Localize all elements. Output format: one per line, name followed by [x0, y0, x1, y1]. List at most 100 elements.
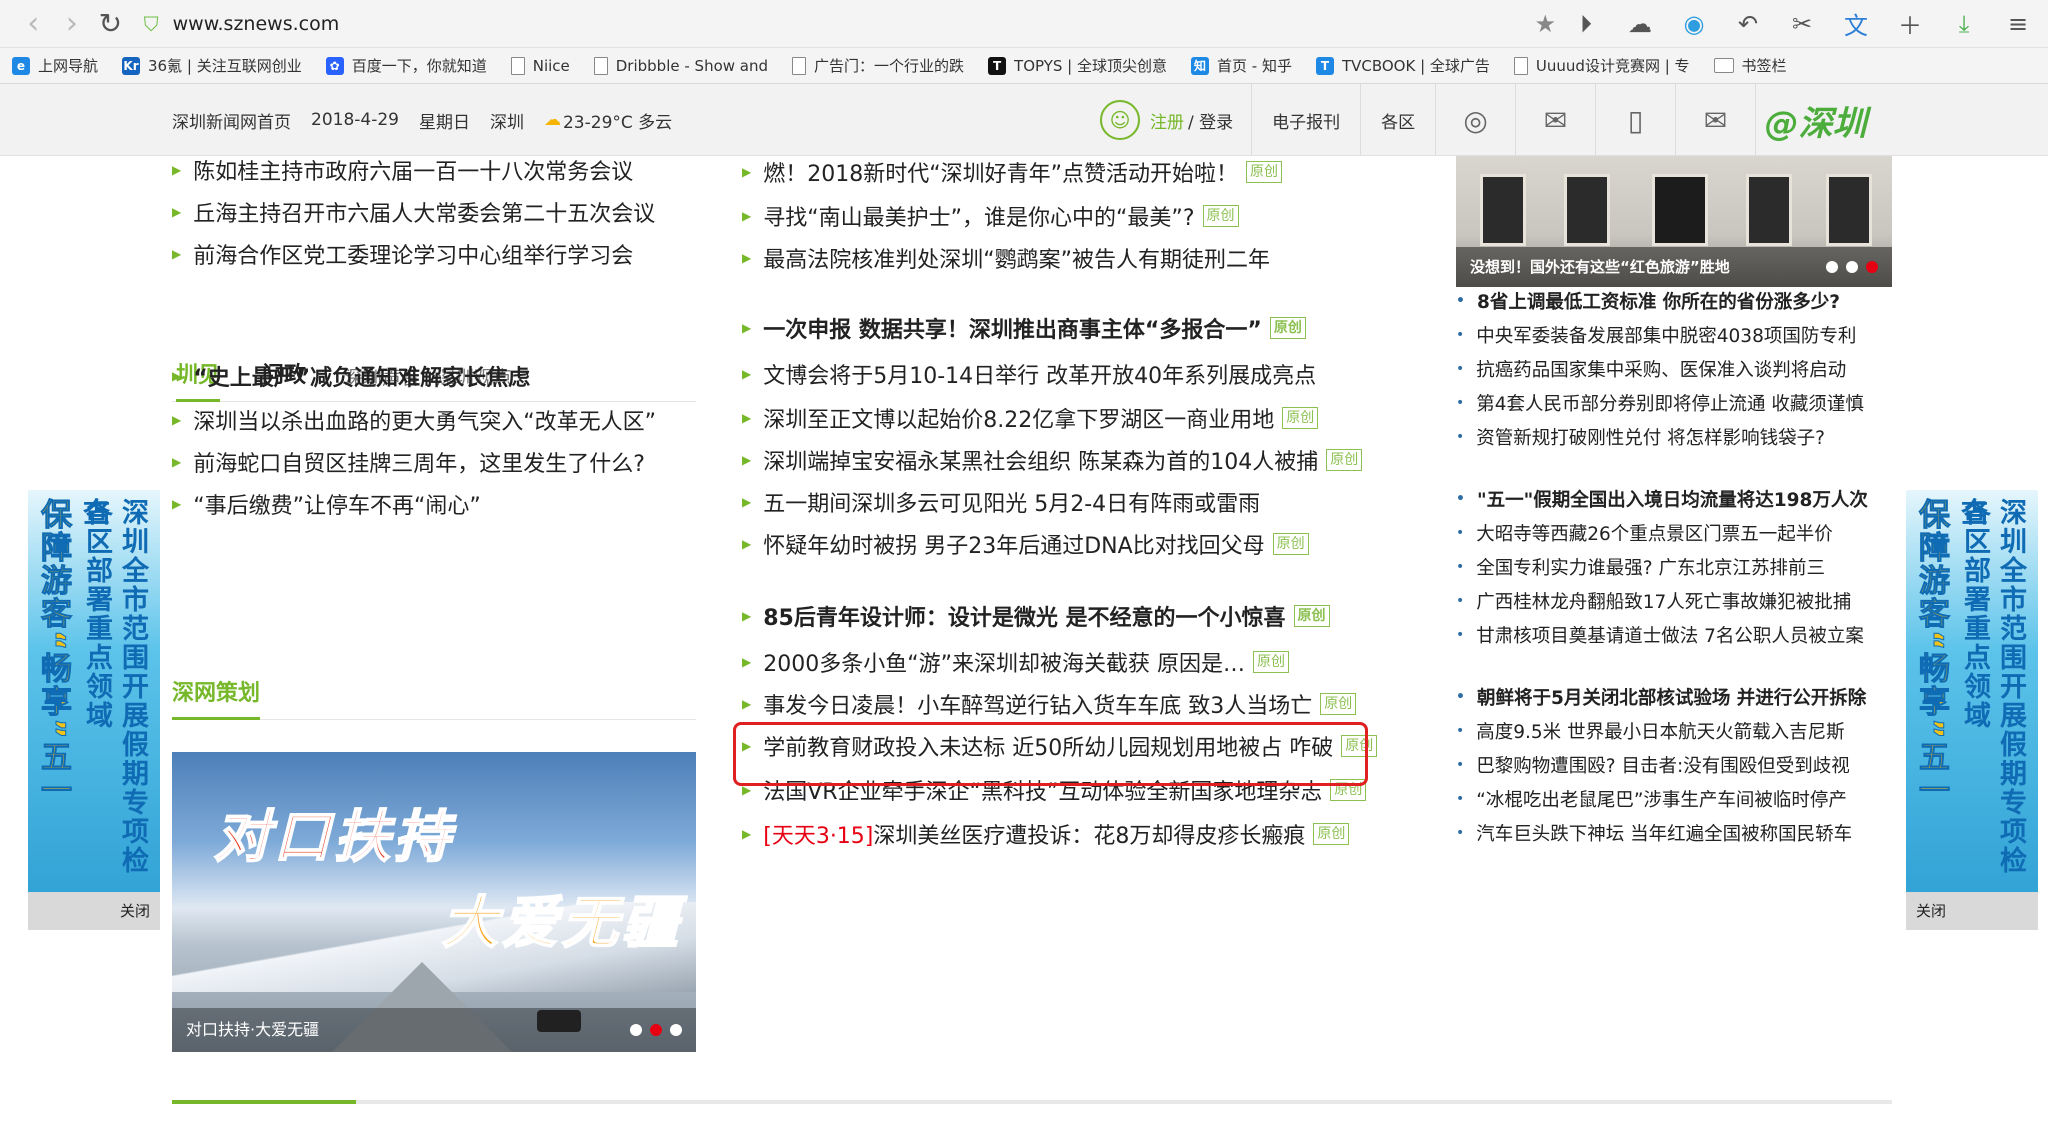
translate-icon[interactable]: 文 — [1840, 6, 1872, 41]
cloud-icon[interactable]: ☁ — [1624, 10, 1656, 38]
news-item[interactable]: ▶ 寻找“南山最美护士”，谁是你心中的“最美”? 原创 — [742, 200, 1239, 232]
news-item[interactable]: ▶ 前海合作区党工委理论学习中心组举行学习会 — [172, 238, 633, 270]
feature-image[interactable]: 对口扶持 大爱无疆 对口扶持·大爱无疆 — [172, 752, 696, 1052]
news-item[interactable]: • 第4套人民币部分券别即将停止流通 收藏须谨慎 — [1456, 390, 1864, 416]
wechat-icon[interactable]: ✉ — [1515, 84, 1595, 156]
mobile-icon[interactable]: ▯ — [1595, 84, 1675, 156]
new-tab-icon[interactable]: ＋ — [1894, 6, 1926, 41]
news-item[interactable]: • 资管新规打破刚性兑付 将怎样影响钱袋子? — [1456, 424, 1825, 450]
left-side-ad[interactable]: 深圳全市范围开展假期专项检查 各区部署重点领域 保障游客“畅享”五一 关闭 — [28, 490, 160, 930]
bookmark-item[interactable]: e 上网导航 — [12, 55, 98, 76]
news-item[interactable]: • 高度9.5米 世界最小日本航天火箭载入吉尼斯 — [1456, 718, 1845, 744]
news-item[interactable]: • 全国专利实力谁最强? 广东北京江苏排前三 — [1456, 554, 1825, 580]
side-ad-banner[interactable]: 深圳全市范围开展假期专项检查 各区部署重点领域 保障游客“畅享”五一 — [28, 490, 160, 892]
user-icon[interactable]: ☺ — [1100, 100, 1140, 140]
news-item[interactable]: • 8省上调最低工资标准 你所在的省份涨多少? — [1456, 288, 1840, 314]
carousel-dot[interactable] — [1826, 261, 1838, 273]
news-item[interactable]: • 汽车巨头跌下神坛 当年红遍全国被称国民轿车 — [1456, 820, 1852, 846]
news-title[interactable]: 怀疑年幼时被拐 男子23年后通过DNA比对找回父母 — [763, 528, 1264, 560]
news-item[interactable]: ▶ 85后青年设计师：设计是微光 是不经意的一个小惊喜 原创 — [742, 600, 1330, 632]
news-item[interactable]: ▶ 一次申报 数据共享！深圳推出商事主体“多报合一” 原创 — [742, 312, 1306, 344]
reload-icon[interactable]: ↻ — [91, 4, 130, 44]
news-item[interactable]: ▶ 五一期间深圳多云可见阳光 5月2-4日有阵雨或雷雨 — [742, 486, 1260, 518]
home-link[interactable]: 深圳新闻网首页 — [172, 108, 291, 133]
news-item[interactable]: ▶ 丘海主持召开市六届人大常委会第二十五次会议 — [172, 196, 655, 228]
news-title[interactable]: 深圳至正文博以起始价8.22亿拿下罗湖区一商业用地 — [763, 402, 1274, 434]
bookmark-label[interactable]: TOPYS | 全球顶尖创意 — [1014, 55, 1167, 76]
news-item[interactable]: ▶ 怀疑年幼时被拐 男子23年后通过DNA比对找回父母 原创 — [742, 528, 1309, 560]
news-item[interactable]: • 大昭寺等西藏26个重点景区门票五一起半价 — [1456, 520, 1833, 546]
ad-close-button[interactable]: 关闭 — [28, 892, 160, 930]
news-title[interactable]: 最高法院核准判处深圳“鹦鹉案”被告人有期徒刑二年 — [763, 242, 1270, 274]
bookmark-item[interactable]: Uuuud设计竞赛网 | 专 — [1513, 55, 1690, 76]
news-title[interactable]: "五一"假期全国出入境日均流量将达198万人次 — [1477, 486, 1868, 512]
news-title[interactable]: 85后青年设计师：设计是微光 是不经意的一个小惊喜 — [763, 600, 1285, 632]
news-title[interactable]: 燃！2018新时代“深圳好青年”点赞活动开始啦！ — [763, 156, 1238, 188]
news-title[interactable]: 文博会将于5月10-14日举行 改革开放40年系列展成亮点 — [763, 358, 1316, 390]
bookmark-label[interactable]: TVCBOOK | 全球广告 — [1342, 55, 1490, 76]
news-item[interactable]: ▶ 事发今日凌晨！小车醉驾逆行钻入货车车底 致3人当场亡 原创 — [742, 688, 1357, 720]
news-item[interactable]: ▶ 燃！2018新时代“深圳好青年”点赞活动开始啦！ 原创 — [742, 156, 1283, 188]
news-title[interactable]: 五一期间深圳多云可见阳光 5月2-4日有阵雨或雷雨 — [763, 486, 1260, 518]
carousel-dot[interactable] — [1846, 261, 1858, 273]
bookmark-label[interactable]: 百度一下，你就知道 — [352, 55, 487, 76]
bookmark-item[interactable]: 书签栏 — [1713, 55, 1787, 76]
weibo-icon[interactable]: ◎ — [1435, 84, 1515, 156]
news-item[interactable]: ▶ 最高法院核准判处深圳“鹦鹉案”被告人有期徒刑二年 — [742, 242, 1270, 274]
topic-tag[interactable]: [天天3·15] — [763, 818, 873, 850]
bookmark-label[interactable]: Niice — [533, 57, 570, 75]
news-title[interactable]: 朝鲜将于5月关闭北部核试验场 并进行公开拆除 — [1477, 684, 1866, 710]
epaper-link[interactable]: 电子报刊 — [1251, 84, 1360, 156]
news-title[interactable]: 抗癌药品国家集中采购、医保准入谈判将启动 — [1476, 356, 1846, 382]
bookmark-label[interactable]: 36氪 | 关注互联网创业 — [148, 55, 302, 76]
news-item[interactable]: ▶ 文博会将于5月10-14日举行 改革开放40年系列展成亮点 — [742, 358, 1316, 390]
news-item[interactable]: • “冰棍吃出老鼠尾巴”涉事生产车间被临时停产 — [1456, 786, 1847, 812]
news-item[interactable]: ▶ 陈如桂主持市政府六届一百一十八次常务会议 — [172, 154, 633, 186]
menu-icon[interactable]: ≡ — [2002, 10, 2034, 38]
news-title[interactable]: 巴黎购物遭围殴? 目击者:没有围殴但受到歧视 — [1476, 752, 1849, 778]
news-item[interactable]: ▶ 深圳当以杀出血路的更大勇气突入“改革无人区” — [172, 404, 656, 436]
news-title[interactable]: “史上最严”减负通知难解家长焦虑 — [193, 360, 530, 392]
districts-link[interactable]: 各区 — [1360, 84, 1435, 156]
bookmark-item[interactable]: 知首页 - 知乎 — [1191, 55, 1292, 76]
url-field[interactable]: ⛉ www.sznews.com ★ — [144, 7, 1570, 41]
bookmark-item[interactable]: Dribbble - Show and — [593, 56, 768, 75]
mail-icon[interactable]: ✉ — [1675, 84, 1755, 156]
news-title[interactable]: 寻找“南山最美护士”，谁是你心中的“最美”? — [763, 200, 1194, 232]
bookmark-label[interactable]: 首页 - 知乎 — [1217, 55, 1292, 76]
bookmark-item[interactable]: ✿ 百度一下，你就知道 — [325, 55, 487, 76]
news-item[interactable]: ▶ 深圳端掉宝安福永某黑社会组织 陈某森为首的104人被捕 原创 — [742, 444, 1363, 476]
bookmark-item[interactable]: 广告门：一个行业的跌 — [792, 55, 964, 76]
news-title[interactable]: 一次申报 数据共享！深圳推出商事主体“多报合一” — [763, 312, 1262, 344]
login-link[interactable]: / 登录 — [1188, 108, 1233, 133]
news-title[interactable]: 深圳端掉宝安福永某黑社会组织 陈某森为首的104人被捕 — [763, 444, 1318, 476]
news-title[interactable]: 资管新规打破刚性兑付 将怎样影响钱袋子? — [1476, 424, 1825, 450]
news-item[interactable]: • "五一"假期全国出入境日均流量将达198万人次 — [1456, 486, 1868, 512]
news-title[interactable]: 深圳当以杀出血路的更大勇气突入“改革无人区” — [193, 404, 656, 436]
news-title[interactable]: 高度9.5米 世界最小日本航天火箭载入吉尼斯 — [1476, 718, 1844, 744]
sz-logo[interactable]: @深圳 — [1755, 84, 1875, 156]
news-title[interactable]: 深圳美丝医疗遭投诉：花8万却得皮疹长瘢痕 — [873, 818, 1305, 850]
news-item[interactable]: • 中央军委装备发展部集中脱密4038项国防专利 — [1456, 322, 1856, 348]
bookmark-label[interactable]: Uuuud设计竞赛网 | 专 — [1536, 55, 1690, 76]
news-title[interactable]: 2000多条小鱼“游”来深圳却被海关截获 原因是… — [763, 646, 1245, 678]
bookmark-item[interactable]: T TVCBOOK | 全球广告 — [1315, 55, 1490, 76]
news-item[interactable]: ▶ 深圳至正文博以起始价8.22亿拿下罗湖区一商业用地 原创 — [742, 402, 1319, 434]
news-title[interactable]: 大昭寺等西藏26个重点景区门票五一起半价 — [1476, 520, 1833, 546]
news-item[interactable]: ▶ “史上最严”减负通知难解家长焦虑 — [172, 360, 530, 392]
url-text[interactable]: www.sznews.com — [173, 13, 340, 35]
bookmark-label[interactable]: 书签栏 — [1742, 55, 1787, 76]
news-item[interactable]: • 抗癌药品国家集中采购、医保准入谈判将启动 — [1456, 356, 1846, 382]
news-title[interactable]: 8省上调最低工资标准 你所在的省份涨多少? — [1477, 288, 1840, 314]
carousel-dot[interactable] — [670, 1024, 682, 1036]
news-item[interactable]: ▶ [天天3·15] 深圳美丝医疗遭投诉：花8万却得皮疹长瘢痕 原创 — [742, 818, 1350, 850]
bookmark-label[interactable]: Dribbble - Show and — [616, 57, 768, 75]
star-icon[interactable]: ★ — [1534, 10, 1556, 38]
news-title[interactable]: 广西桂林龙舟翻船致17人死亡事故嫌犯被批捕 — [1476, 588, 1851, 614]
photo-slide[interactable]: 没想到！国外还有这些“红色旅游”胜地 — [1456, 156, 1892, 287]
side-ad-banner[interactable]: 深圳全市范围开展假期专项检查 各区部署重点领域 保障游客“畅享”五一 — [1906, 490, 2038, 892]
carousel-dot-active[interactable] — [1866, 261, 1878, 273]
news-title[interactable]: 全国专利实力谁最强? 广东北京江苏排前三 — [1476, 554, 1825, 580]
ad-close-button[interactable]: 关闭 — [1906, 892, 2038, 930]
news-title[interactable]: 第4套人民币部分券别即将停止流通 收藏须谨慎 — [1476, 390, 1864, 416]
